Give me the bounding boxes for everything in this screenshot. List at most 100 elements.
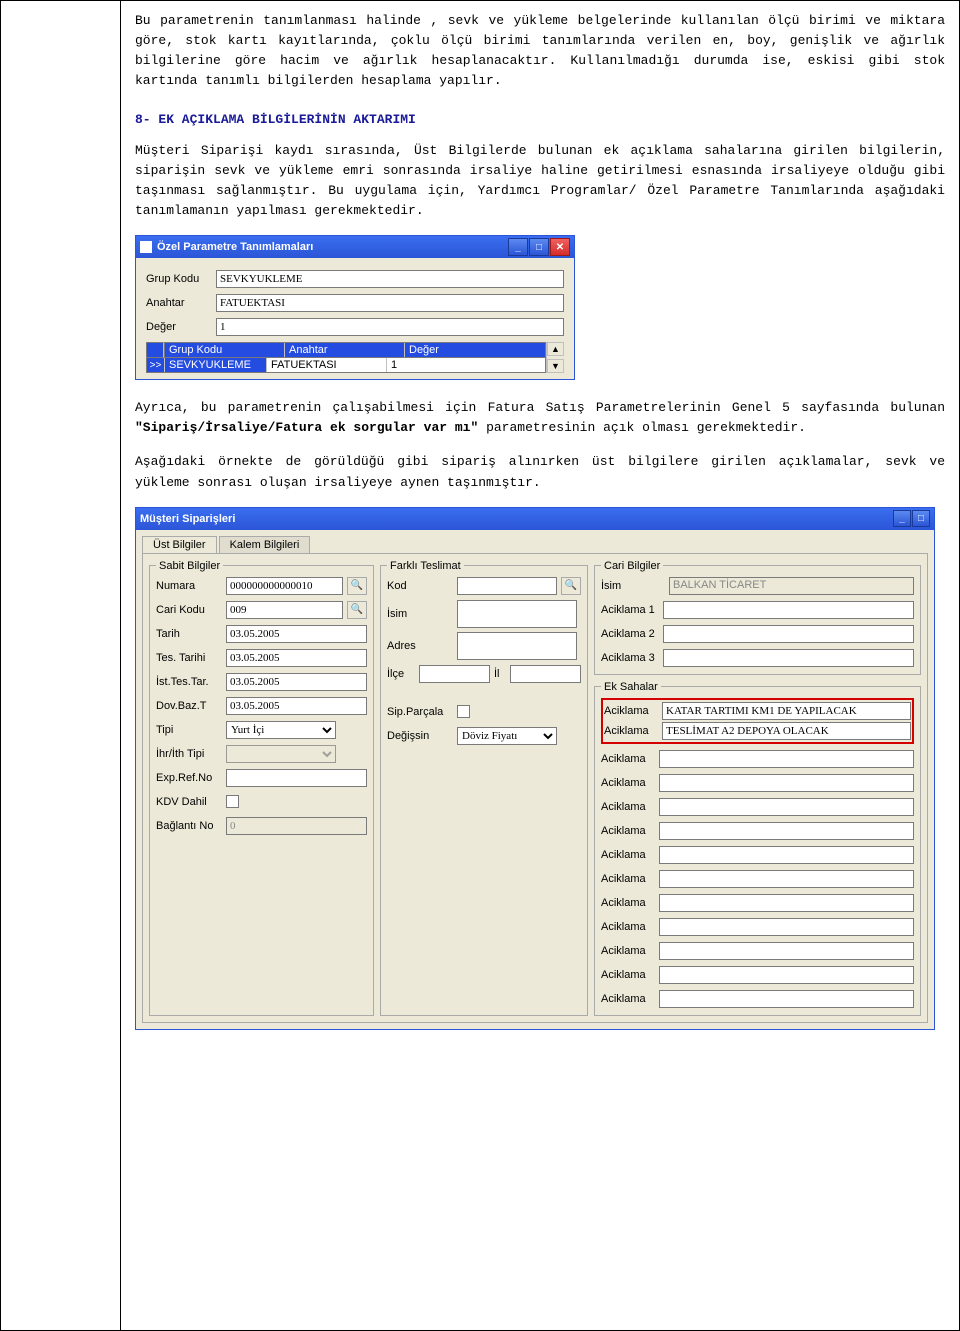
lookup-icon[interactable]: 🔍 xyxy=(561,577,581,595)
isim-textarea[interactable] xyxy=(457,600,577,628)
isttestar-label: İst.Tes.Tar. xyxy=(156,676,222,688)
dovbaz-input[interactable] xyxy=(226,697,367,715)
teslimat-legend: Farklı Teslimat xyxy=(387,560,464,572)
ek-input[interactable] xyxy=(659,894,914,912)
grid-header-grup[interactable]: Grup Kodu xyxy=(165,343,285,357)
aciklama3-input[interactable] xyxy=(663,649,914,667)
lookup-icon[interactable]: 🔍 xyxy=(347,577,367,595)
grid-header-deger[interactable]: Değer xyxy=(405,343,545,357)
il-input[interactable] xyxy=(510,665,581,683)
grid-header-anahtar[interactable]: Anahtar xyxy=(285,343,405,357)
grid-cell-deger[interactable]: 1 xyxy=(387,358,545,372)
section-8-title: 8- EK AÇIKLAMA BİLGİLERİNİN AKTARIMI xyxy=(135,112,945,127)
ilce-input[interactable] xyxy=(419,665,490,683)
ek-label: Aciklama xyxy=(601,993,653,1005)
maximize-button[interactable]: □ xyxy=(912,510,930,527)
isttestar-input[interactable] xyxy=(226,673,367,691)
baglanti-input xyxy=(226,817,367,835)
lookup-icon[interactable]: 🔍 xyxy=(347,601,367,619)
ek-input[interactable] xyxy=(659,750,914,768)
ek-input-1[interactable] xyxy=(662,702,911,720)
ek-legend: Ek Sahalar xyxy=(601,681,661,693)
ek-input[interactable] xyxy=(659,990,914,1008)
doc-left-column xyxy=(1,1,121,1330)
ek-label: Aciklama xyxy=(601,945,653,957)
sipparcala-checkbox[interactable] xyxy=(457,705,470,718)
grup-kodu-input[interactable] xyxy=(216,270,564,288)
tipi-select[interactable]: Yurt İçi xyxy=(226,721,336,739)
ek-input[interactable] xyxy=(659,918,914,936)
ihrith-select[interactable] xyxy=(226,745,336,763)
minimize-button[interactable]: _ xyxy=(893,510,911,527)
ihrith-label: İhr/İth Tipi xyxy=(156,748,222,760)
scroll-up-button[interactable]: ▲ xyxy=(547,342,564,356)
aciklama2-input[interactable] xyxy=(663,625,914,643)
ek-input[interactable] xyxy=(659,774,914,792)
maximize-button[interactable]: □ xyxy=(529,238,549,256)
ilce-label: İlçe xyxy=(387,668,415,680)
grid-row-marker[interactable]: >> xyxy=(147,358,165,372)
kdvdahil-label: KDV Dahil xyxy=(156,796,222,808)
ek-input[interactable] xyxy=(659,798,914,816)
ek-label: Aciklama xyxy=(601,921,653,933)
kdvdahil-checkbox[interactable] xyxy=(226,795,239,808)
carikodu-label: Cari Kodu xyxy=(156,604,222,616)
order-window-title: Müşteri Siparişleri xyxy=(140,513,235,525)
ek-label: Aciklama xyxy=(601,825,653,837)
ek-label: Aciklama xyxy=(604,705,656,717)
tarih-label: Tarih xyxy=(156,628,222,640)
ek-input[interactable] xyxy=(659,822,914,840)
ek-label: Aciklama xyxy=(601,801,653,813)
cari-bilgiler-fieldset: Cari Bilgiler İsimBALKAN TİCARET Aciklam… xyxy=(594,560,921,675)
ek-label: Aciklama xyxy=(601,873,653,885)
expref-input[interactable] xyxy=(226,769,367,787)
kod-label: Kod xyxy=(387,580,453,592)
sabit-bilgiler-fieldset: Sabit Bilgiler Numara🔍 Cari Kodu🔍 Tarih … xyxy=(149,560,374,1016)
paragraph-2: Müşteri Siparişi kaydı sırasında, Üst Bi… xyxy=(135,141,945,222)
ek-input[interactable] xyxy=(659,846,914,864)
tab-ust-bilgiler[interactable]: Üst Bilgiler xyxy=(142,536,217,553)
adres-textarea[interactable] xyxy=(457,632,577,660)
isim-label: İsim xyxy=(387,608,453,620)
aciklama1-input[interactable] xyxy=(663,601,914,619)
degissin-select[interactable]: Döviz Fiyatı xyxy=(457,727,557,745)
testarihi-input[interactable] xyxy=(226,649,367,667)
testarihi-label: Tes. Tarihi xyxy=(156,652,222,664)
paragraph-4: Aşağıdaki örnekte de görüldüğü gibi sipa… xyxy=(135,452,945,492)
grup-kodu-label: Grup Kodu xyxy=(146,273,216,285)
numara-input[interactable] xyxy=(226,577,343,595)
sabit-legend: Sabit Bilgiler xyxy=(156,560,223,572)
ek-input[interactable] xyxy=(659,966,914,984)
paragraph-3: Ayrıca, bu parametrenin çalışabilmesi iç… xyxy=(135,398,945,438)
p3-c: parametresinin açık olması gerekmektedir… xyxy=(478,420,806,435)
kod-input[interactable] xyxy=(457,577,557,595)
order-window: Müşteri Siparişleri _ □ Üst Bilgiler Kal… xyxy=(135,507,935,1030)
adres-label: Adres xyxy=(387,640,453,652)
deger-label: Değer xyxy=(146,321,216,333)
minimize-button[interactable]: _ xyxy=(508,238,528,256)
cari-isim-value: BALKAN TİCARET xyxy=(669,577,914,595)
ek-sahalar-fieldset: Ek Sahalar Aciklama Aciklama Aciklama Ac… xyxy=(594,681,921,1016)
expref-label: Exp.Ref.No xyxy=(156,772,222,784)
close-button[interactable]: ✕ xyxy=(550,238,570,256)
window-titlebar[interactable]: Özel Parametre Tanımlamaları _ □ ✕ xyxy=(136,236,574,258)
il-label: İl xyxy=(494,668,506,680)
p3-bold: "Sipariş/İrsaliye/Fatura ek sorgular var… xyxy=(135,420,478,435)
doc-content: Bu parametrenin tanımlanması halinde , s… xyxy=(121,1,959,1330)
carikodu-input[interactable] xyxy=(226,601,343,619)
aciklama2-label: Aciklama 2 xyxy=(601,628,659,640)
grid-cell-anahtar[interactable]: FATUEKTASI xyxy=(267,358,387,372)
ek-input-2[interactable] xyxy=(662,722,911,740)
anahtar-input[interactable] xyxy=(216,294,564,312)
order-titlebar[interactable]: Müşteri Siparişleri _ □ xyxy=(136,508,934,530)
ek-input[interactable] xyxy=(659,870,914,888)
teslimat-fieldset: Farklı Teslimat Kod🔍 İsim Adres İlçeİl S… xyxy=(380,560,588,1016)
ek-input[interactable] xyxy=(659,942,914,960)
ek-label: Aciklama xyxy=(601,969,653,981)
highlighted-ek-rows: Aciklama Aciklama xyxy=(601,698,914,744)
tab-kalem-bilgileri[interactable]: Kalem Bilgileri xyxy=(219,536,311,553)
grid-cell-grup[interactable]: SEVKYUKLEME xyxy=(165,358,267,372)
deger-input[interactable] xyxy=(216,318,564,336)
scroll-down-button[interactable]: ▼ xyxy=(547,359,564,373)
tarih-input[interactable] xyxy=(226,625,367,643)
